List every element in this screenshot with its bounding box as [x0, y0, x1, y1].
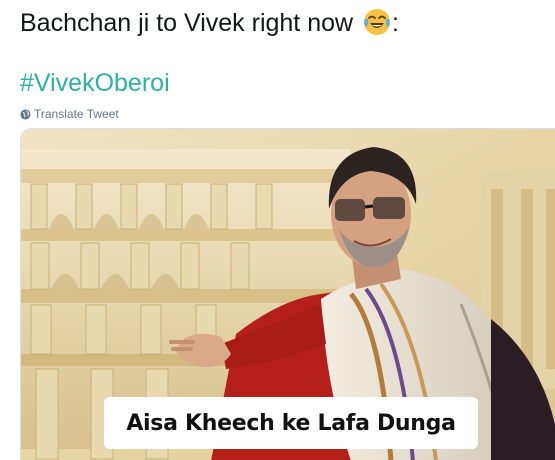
tweet-text: Bachchan ji to Vivek right now :	[20, 6, 399, 40]
translate-tweet-link[interactable]: Translate Tweet	[20, 106, 119, 122]
meme-caption: Aisa Kheech ke Lafa Dunga	[104, 397, 478, 449]
translate-tweet-label: Translate Tweet	[34, 107, 119, 121]
hashtag-link[interactable]: #VivekOberoi	[20, 66, 170, 100]
tears-of-joy-emoji-icon	[364, 9, 391, 35]
globe-icon	[20, 108, 31, 120]
tweet-text-body: Bachchan ji to Vivek right now	[20, 9, 361, 37]
tweet-text-suffix: :	[392, 9, 399, 37]
